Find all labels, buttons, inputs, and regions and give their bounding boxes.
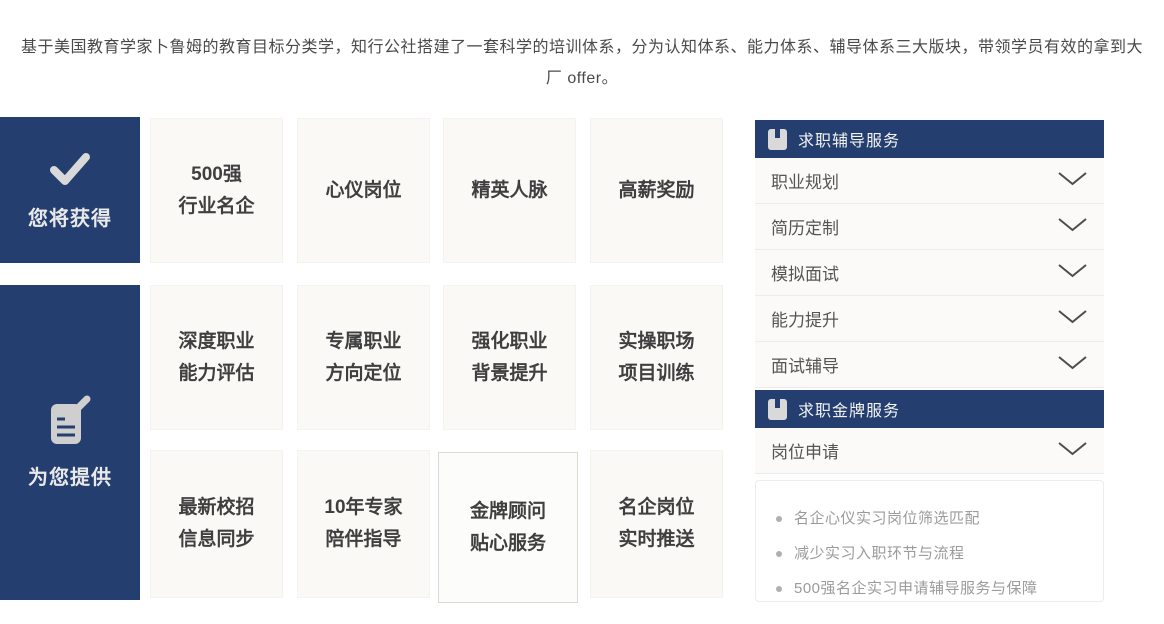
check-icon xyxy=(47,150,93,188)
feature-card[interactable]: 强化职业 背景提升 xyxy=(443,285,576,430)
card-line: 实时推送 xyxy=(618,524,694,556)
card-line: 10年专家 xyxy=(324,492,402,524)
accordion-item-skill-improvement[interactable]: 能力提升 xyxy=(755,296,1104,342)
card-line: 贴心服务 xyxy=(470,528,546,560)
intro-text: 基于美国教育学家卜鲁姆的教育目标分类学，知行公社搭建了一套科学的培训体系，分为认… xyxy=(14,32,1150,94)
accordion-label: 面试辅导 xyxy=(771,352,839,377)
card-line: 信息同步 xyxy=(178,524,254,556)
accordion-label: 模拟面试 xyxy=(771,260,839,285)
service-benefits-box: 名企心仪实习岗位筛选匹配 减少实习入职环节与流程 500强名企实习申请辅导服务与… xyxy=(755,480,1104,602)
section-header-gold-service: 求职金牌服务 xyxy=(755,390,1104,428)
feature-card[interactable]: 精英人脉 xyxy=(443,118,576,263)
edit-document-icon xyxy=(45,395,95,447)
chevron-down-icon[interactable] xyxy=(1057,217,1088,237)
accordion-item-interview-coaching[interactable]: 面试辅导 xyxy=(755,342,1104,388)
feature-card[interactable]: 最新校招 信息同步 xyxy=(150,450,283,598)
services-sidebar: 求职辅导服务 职业规划 简历定制 模拟面试 能力提升 xyxy=(755,120,1104,602)
chevron-down-icon[interactable] xyxy=(1057,309,1088,329)
benefit-item: 名企心仪实习岗位筛选匹配 xyxy=(768,501,1093,536)
chevron-down-icon[interactable] xyxy=(1057,171,1088,191)
rail-we-provide: 为您提供 xyxy=(0,285,140,600)
feature-card[interactable]: 实操职场 项目训练 xyxy=(590,285,723,430)
feature-card[interactable]: 10年专家 陪伴指导 xyxy=(297,450,430,598)
section-title: 求职辅导服务 xyxy=(798,127,900,151)
card-line: 行业名企 xyxy=(178,191,254,223)
card-line: 陪伴指导 xyxy=(325,524,401,556)
rail-label: 为您提供 xyxy=(28,461,112,490)
career-training-section: 基于美国教育学家卜鲁姆的教育目标分类学，知行公社搭建了一套科学的培训体系，分为认… xyxy=(0,0,1164,624)
card-line: 最新校招 xyxy=(178,492,254,524)
book-icon xyxy=(768,399,787,420)
card-line: 心仪岗位 xyxy=(325,175,401,207)
card-line: 强化职业 xyxy=(471,326,547,358)
rail-label: 您将获得 xyxy=(28,202,112,231)
chevron-down-icon[interactable] xyxy=(1057,355,1088,375)
accordion-label: 岗位申请 xyxy=(771,438,839,463)
card-line: 名企岗位 xyxy=(618,492,694,524)
feature-card[interactable]: 500强 行业名企 xyxy=(150,118,283,263)
accordion-label: 简历定制 xyxy=(771,214,839,239)
card-line: 金牌顾问 xyxy=(470,496,546,528)
feature-card[interactable]: 名企岗位 实时推送 xyxy=(590,450,723,598)
benefits-list: 名企心仪实习岗位筛选匹配 减少实习入职环节与流程 500强名企实习申请辅导服务与… xyxy=(768,501,1093,606)
accordion-item-career-planning[interactable]: 职业规划 xyxy=(755,158,1104,204)
section-header-coaching: 求职辅导服务 xyxy=(755,120,1104,158)
section-title: 求职金牌服务 xyxy=(798,397,900,421)
accordion-item-mock-interview[interactable]: 模拟面试 xyxy=(755,250,1104,296)
chevron-down-icon[interactable] xyxy=(1057,441,1088,461)
accordion-item-job-application[interactable]: 岗位申请 xyxy=(755,428,1104,474)
book-icon xyxy=(768,129,787,150)
card-line: 能力评估 xyxy=(178,358,254,390)
benefit-item: 减少实习入职环节与流程 xyxy=(768,536,1093,571)
card-line: 专属职业 xyxy=(325,326,401,358)
card-line: 项目训练 xyxy=(618,358,694,390)
benefit-item: 500强名企实习申请辅导服务与保障 xyxy=(768,571,1093,606)
card-line: 背景提升 xyxy=(471,358,547,390)
card-line: 高薪奖励 xyxy=(618,175,694,207)
card-line: 方向定位 xyxy=(325,358,401,390)
feature-card[interactable]: 高薪奖励 xyxy=(590,118,723,263)
card-line: 500强 xyxy=(191,159,242,191)
feature-card[interactable]: 深度职业 能力评估 xyxy=(150,285,283,430)
card-line: 深度职业 xyxy=(178,326,254,358)
card-line: 实操职场 xyxy=(618,326,694,358)
feature-card-highlighted[interactable]: 金牌顾问 贴心服务 xyxy=(438,452,578,603)
rail-you-will-gain: 您将获得 xyxy=(0,117,140,263)
accordion-label: 职业规划 xyxy=(771,168,839,193)
chevron-down-icon[interactable] xyxy=(1057,263,1088,283)
feature-card[interactable]: 心仪岗位 xyxy=(297,118,430,263)
accordion-item-resume-customization[interactable]: 简历定制 xyxy=(755,204,1104,250)
feature-card[interactable]: 专属职业 方向定位 xyxy=(297,285,430,430)
card-line: 精英人脉 xyxy=(471,175,547,207)
accordion-label: 能力提升 xyxy=(771,306,839,331)
